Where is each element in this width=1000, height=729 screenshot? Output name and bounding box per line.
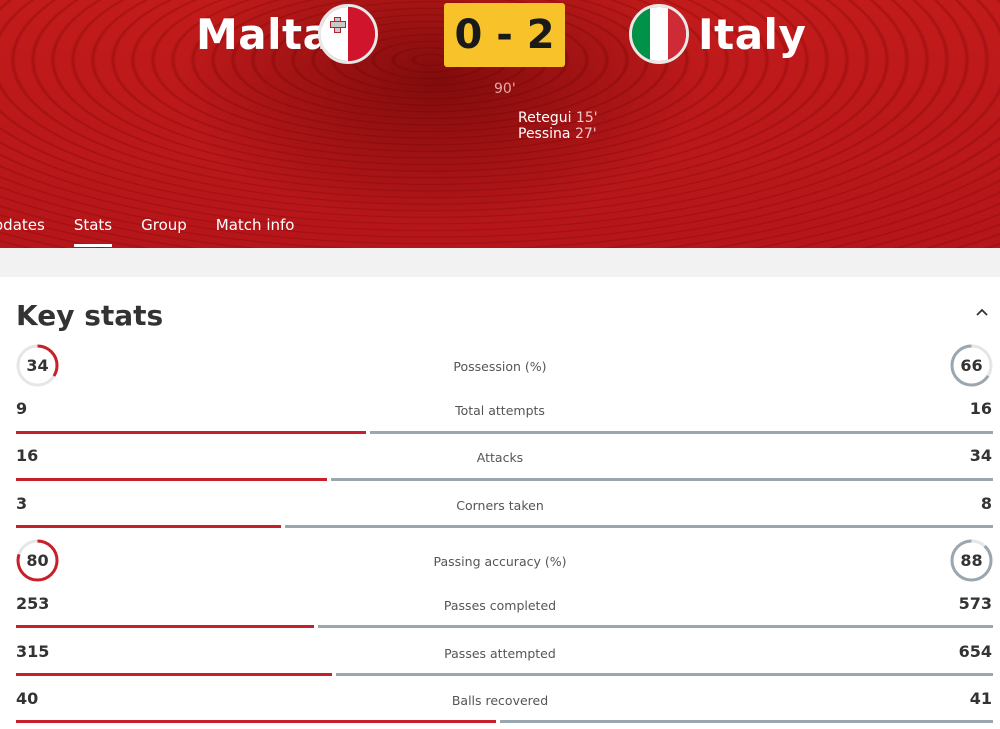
away-bar-passes-completed	[318, 625, 993, 628]
away-passes-completed: 573	[958, 594, 992, 613]
away-possession-value: 66	[960, 356, 983, 375]
away-team-name[interactable]: Italy	[698, 10, 806, 59]
stat-label-corners: Corners taken	[456, 498, 544, 513]
tab-stats[interactable]: Stats	[73, 216, 113, 248]
match-header: Malta 0 - 2 Italy 90' Retegui 15' Pessin…	[0, 0, 1000, 248]
home-attacks: 16	[16, 446, 39, 465]
key-stats-card: Key stats 34 Possession (%) 66 9 Total a…	[0, 277, 1000, 729]
away-bar-passes-attempted	[336, 673, 993, 676]
home-corners: 3	[16, 494, 28, 513]
home-bar-passes-completed	[16, 625, 315, 628]
scorer-name: Retegui	[518, 110, 572, 126]
stat-label-attacks: Attacks	[476, 450, 524, 465]
goal-scorers: Retegui 15' Pessina 27'	[518, 110, 598, 142]
italy-flag-icon[interactable]	[629, 4, 689, 64]
away-balls-recovered: 41	[969, 689, 992, 708]
tab-updates[interactable]: odates	[0, 216, 45, 248]
away-passing-accuracy-ring: 88	[950, 539, 993, 582]
match-tabs: odates Stats Group Match info	[0, 216, 323, 248]
scorer-row: Retegui 15'	[518, 110, 598, 126]
home-possession-ring: 34	[16, 344, 59, 387]
away-corners: 8	[980, 494, 992, 513]
home-possession-value: 34	[26, 356, 49, 375]
home-team-name[interactable]: Malta	[196, 10, 331, 59]
tab-match-info[interactable]: Match info	[216, 216, 295, 248]
home-balls-recovered: 40	[16, 689, 39, 708]
scorer-minute: 27'	[574, 126, 597, 142]
home-bar-passes-attempted	[16, 673, 333, 676]
chevron-up-icon[interactable]	[974, 305, 990, 321]
scoreline: 0 - 2	[444, 3, 565, 67]
home-bar-attacks	[16, 478, 328, 481]
home-passes-attempted: 315	[16, 642, 50, 661]
home-passes-completed: 253	[16, 594, 50, 613]
stat-label-possession: Possession (%)	[453, 359, 547, 374]
away-passing-accuracy-value: 88	[960, 551, 983, 570]
away-possession-ring: 66	[950, 344, 993, 387]
home-passing-accuracy-ring: 80	[16, 539, 59, 582]
stat-label-balls-recovered: Balls recovered	[451, 693, 549, 708]
away-bar-balls-recovered	[500, 720, 993, 723]
malta-flag-icon[interactable]	[318, 4, 378, 64]
tab-group[interactable]: Group	[141, 216, 187, 248]
away-total-attempts: 16	[969, 399, 992, 418]
scorer-minute: 15'	[575, 110, 598, 126]
home-total-attempts: 9	[16, 399, 28, 418]
scorer-name: Pessina	[518, 126, 571, 142]
stat-label-passes-completed: Passes completed	[443, 598, 557, 613]
away-bar-total-attempts	[370, 431, 993, 434]
away-bar-corners	[285, 525, 993, 528]
away-bar-attacks	[331, 478, 993, 481]
key-stats-title: Key stats	[16, 299, 164, 332]
home-bar-total-attempts	[16, 431, 367, 434]
home-bar-balls-recovered	[16, 720, 497, 723]
home-bar-corners	[16, 525, 282, 528]
match-minute: 90'	[494, 81, 516, 97]
stat-label-total-attempts: Total attempts	[455, 403, 545, 418]
away-attacks: 34	[969, 446, 992, 465]
stat-label-passes-attempted: Passes attempted	[444, 646, 556, 661]
scorer-row: Pessina 27'	[518, 126, 598, 142]
away-passes-attempted: 654	[958, 642, 992, 661]
stat-label-passing-accuracy: Passing accuracy (%)	[433, 554, 567, 569]
home-passing-accuracy-value: 80	[26, 551, 49, 570]
